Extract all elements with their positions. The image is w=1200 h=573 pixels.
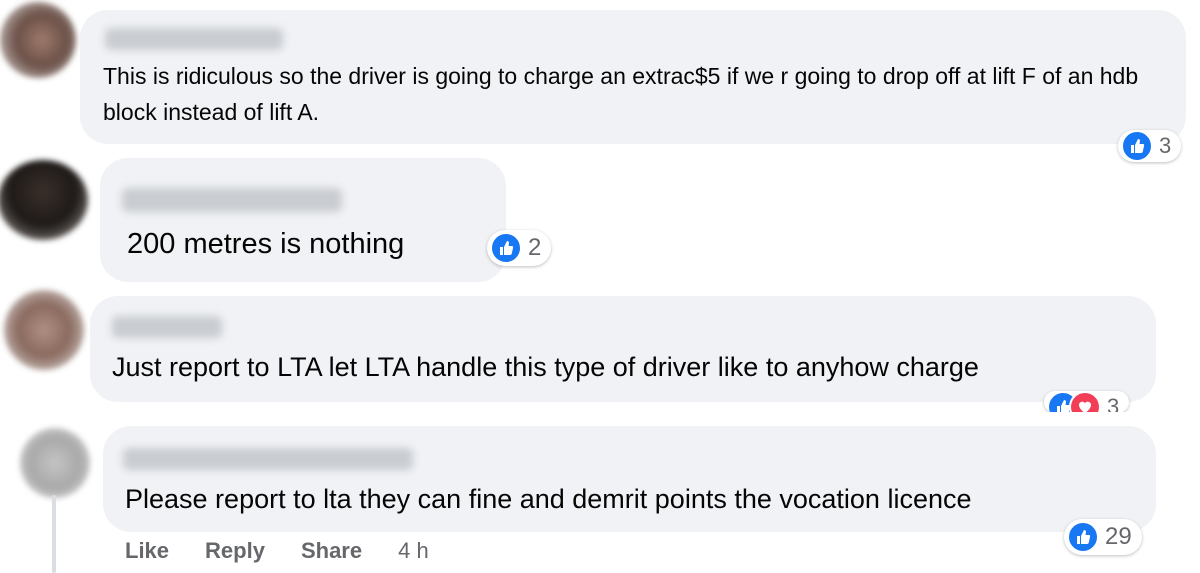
avatar[interactable] bbox=[20, 428, 90, 498]
comment-bubble: Just report to LTA let LTA handle this t… bbox=[90, 296, 1156, 402]
commenter-name-blurred[interactable] bbox=[105, 28, 283, 50]
reply-thread-line bbox=[52, 495, 56, 573]
comment-actions: Like Reply Share 4 h bbox=[125, 538, 429, 564]
reaction-count: 2 bbox=[528, 234, 542, 261]
comment-text: Just report to LTA let LTA handle this t… bbox=[112, 352, 979, 382]
avatar[interactable] bbox=[0, 2, 76, 78]
reaction-summary[interactable]: 3 bbox=[1044, 391, 1130, 413]
commenter-name-blurred[interactable] bbox=[123, 448, 413, 470]
comment-bubble: This is ridiculous so the driver is goin… bbox=[80, 10, 1186, 144]
heart-icon bbox=[1069, 391, 1101, 413]
share-button[interactable]: Share bbox=[301, 538, 362, 564]
reply-button[interactable]: Reply bbox=[205, 538, 265, 564]
commenter-name-blurred[interactable] bbox=[122, 188, 342, 212]
avatar[interactable] bbox=[4, 290, 84, 370]
comment-text: This is ridiculous so the driver is goin… bbox=[103, 63, 1139, 125]
thumbs-up-icon bbox=[1067, 521, 1099, 553]
reaction-count: 29 bbox=[1105, 523, 1132, 550]
thumbs-up-icon bbox=[490, 232, 522, 264]
comment-text: Please report to lta they can fine and d… bbox=[125, 484, 972, 514]
reaction-summary[interactable]: 2 bbox=[487, 230, 552, 266]
comment-bubble: Please report to lta they can fine and d… bbox=[103, 426, 1156, 532]
like-button[interactable]: Like bbox=[125, 538, 169, 564]
reaction-count: 3 bbox=[1107, 394, 1120, 413]
thumbs-up-icon bbox=[1121, 130, 1153, 162]
reaction-summary[interactable]: 29 bbox=[1064, 519, 1142, 555]
reaction-overlap-mask bbox=[1030, 412, 1170, 426]
comment-bubble: 200 metres is nothing bbox=[100, 158, 506, 282]
reaction-count: 3 bbox=[1159, 133, 1172, 158]
reaction-summary[interactable]: 3 bbox=[1118, 130, 1182, 162]
comment-text: 200 metres is nothing bbox=[127, 228, 405, 260]
comment-timestamp[interactable]: 4 h bbox=[398, 538, 429, 564]
commenter-name-blurred[interactable] bbox=[112, 316, 222, 338]
avatar[interactable] bbox=[0, 160, 88, 240]
